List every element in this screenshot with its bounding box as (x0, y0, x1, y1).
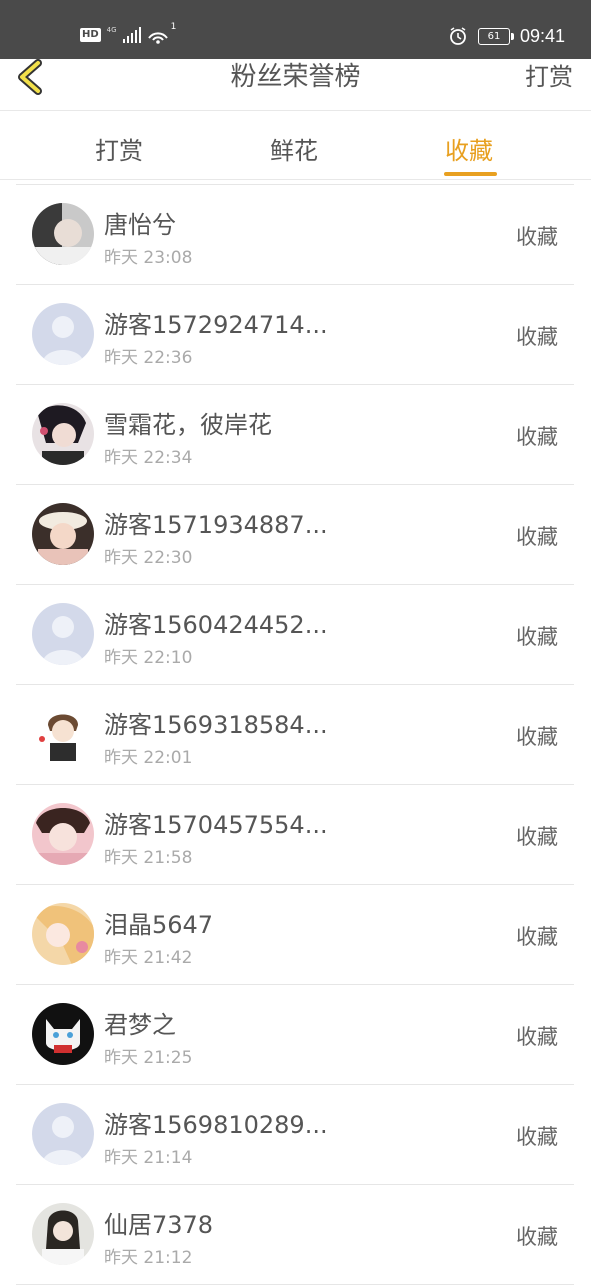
fan-name: 游客1572924714... (104, 311, 328, 339)
fan-time: 昨天 22:34 (104, 448, 193, 468)
action-label: 收藏 (516, 525, 558, 549)
reward-button[interactable]: 打赏 (525, 59, 573, 95)
fan-name: 游客1570457554... (104, 811, 328, 839)
list-item[interactable]: 泪晶5647 昨天 21:42 收藏 (16, 885, 574, 985)
fan-name: 游客1571934887... (104, 511, 328, 539)
battery-icon: 61 (477, 27, 514, 45)
nav-header: 粉丝荣誉榜 打赏 (0, 59, 591, 111)
list-item[interactable]: 游客1560424452... 昨天 22:10 收藏 (16, 585, 574, 685)
signal-icon (122, 27, 141, 43)
fan-time: 昨天 21:42 (104, 948, 193, 968)
fan-name: 雪霜花，彼岸花 (104, 411, 272, 439)
fan-time: 昨天 22:30 (104, 548, 193, 568)
action-label: 收藏 (516, 725, 558, 749)
status-bar: HD 4G 1 61 09:41 (0, 0, 591, 59)
fan-name: 仙居7378 (104, 1211, 214, 1239)
fan-time: 昨天 21:14 (104, 1148, 193, 1168)
fan-name: 君梦之 (104, 1011, 176, 1039)
network-label: 4G (106, 25, 117, 34)
list-item[interactable]: 雪霜花，彼岸花 昨天 22:34 收藏 (16, 385, 574, 485)
action-label: 收藏 (516, 825, 558, 849)
status-right: 61 09:41 (448, 24, 565, 48)
avatar (32, 1003, 94, 1065)
avatar (32, 803, 94, 865)
tab-collect[interactable]: 收藏 (445, 131, 493, 166)
tab-active-indicator (444, 172, 497, 176)
tab-flowers[interactable]: 鲜花 (270, 131, 318, 166)
avatar (32, 203, 94, 265)
action-label: 收藏 (516, 1225, 558, 1249)
action-label: 收藏 (516, 625, 558, 649)
fan-name: 唐怡兮 (104, 211, 176, 239)
avatar (32, 703, 94, 765)
list-item[interactable]: 游客1571934887... 昨天 22:30 收藏 (16, 485, 574, 585)
avatar (32, 403, 94, 465)
tab-bar: 打赏 鲜花 收藏 (0, 111, 591, 180)
fan-name: 游客1569318584... (104, 711, 328, 739)
list-item[interactable]: 游客1570457554... 昨天 21:58 收藏 (16, 785, 574, 885)
action-label: 收藏 (516, 325, 558, 349)
wifi-icon (147, 32, 168, 44)
fan-name: 泪晶5647 (104, 911, 214, 939)
avatar (32, 603, 94, 665)
status-left: HD 4G 1 (80, 22, 180, 46)
avatar (32, 303, 94, 365)
action-label: 收藏 (516, 1125, 558, 1149)
tab-reward[interactable]: 打赏 (95, 131, 143, 166)
fan-time: 昨天 23:08 (104, 248, 193, 268)
fan-time: 昨天 21:12 (104, 1248, 193, 1268)
clock: 09:41 (519, 25, 565, 46)
list-item[interactable]: 唐怡兮 昨天 23:08 收藏 (16, 184, 574, 285)
fan-time: 昨天 21:25 (104, 1048, 193, 1068)
action-label: 收藏 (516, 925, 558, 949)
list-item[interactable]: 仙居7378 昨天 21:12 收藏 (16, 1185, 574, 1285)
fan-name: 游客1560424452... (104, 611, 328, 639)
action-label: 收藏 (516, 1025, 558, 1049)
alarm-icon (450, 27, 466, 45)
fan-time: 昨天 21:58 (104, 848, 193, 868)
fan-time: 昨天 22:10 (104, 648, 193, 668)
fan-name: 游客1569810289... (104, 1111, 328, 1139)
avatar (32, 1203, 94, 1265)
list-item[interactable]: 游客1569810289... 昨天 21:14 收藏 (16, 1085, 574, 1185)
wifi-count: 1 (170, 22, 177, 32)
page-title: 粉丝荣誉榜 (230, 62, 361, 92)
fan-time: 昨天 22:36 (104, 348, 193, 368)
list-item[interactable]: 游客1572924714... 昨天 22:36 收藏 (16, 285, 574, 385)
action-label: 收藏 (516, 225, 558, 249)
fan-time: 昨天 22:01 (104, 748, 193, 768)
avatar (32, 503, 94, 565)
action-label: 收藏 (516, 425, 558, 449)
hd-icon: HD (80, 28, 101, 42)
avatar (32, 903, 94, 965)
avatar (32, 1103, 94, 1165)
fan-list: 唐怡兮 昨天 23:08 收藏 游客1572924714... 昨天 22:36… (16, 184, 574, 1285)
list-item[interactable]: 君梦之 昨天 21:25 收藏 (16, 985, 574, 1085)
list-item[interactable]: 游客1569318584... 昨天 22:01 收藏 (16, 685, 574, 785)
